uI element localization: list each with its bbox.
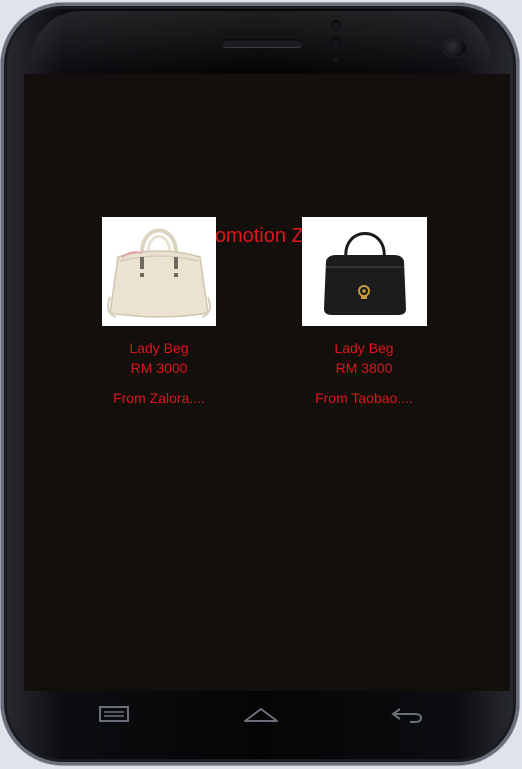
black-handbag-image[interactable] bbox=[301, 217, 427, 326]
recent-apps-icon[interactable] bbox=[96, 703, 132, 725]
product-source-link[interactable]: From Taobao.... bbox=[279, 390, 449, 406]
app-screen: Promotion Zone Lady Beg RM 3000 From Zal… bbox=[24, 74, 510, 691]
product-name: Lady Beg bbox=[129, 340, 189, 356]
product-card[interactable]: Lady Beg RM 3800 From Taobao.... bbox=[279, 217, 449, 406]
sensor-dot bbox=[332, 55, 340, 61]
product-price: RM 3800 bbox=[335, 360, 393, 376]
home-icon[interactable] bbox=[242, 703, 280, 725]
product-price: RM 3000 bbox=[130, 360, 188, 376]
front-camera bbox=[443, 39, 467, 57]
product-source-link[interactable]: From Zalora.... bbox=[74, 390, 244, 406]
sensor-dot bbox=[331, 37, 341, 47]
product-name: Lady Beg bbox=[334, 340, 394, 356]
product-card[interactable]: Lady Beg RM 3000 From Zalora.... bbox=[74, 217, 244, 406]
earpiece-speaker bbox=[222, 39, 302, 47]
cream-handbag-image[interactable] bbox=[102, 217, 216, 326]
back-icon[interactable] bbox=[388, 703, 426, 725]
sensor-dot bbox=[331, 20, 341, 30]
